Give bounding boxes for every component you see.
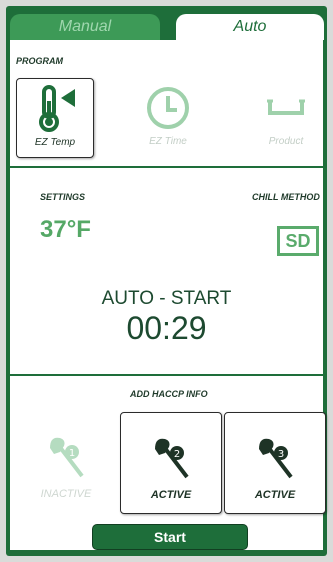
program-heading: PROGRAM <box>16 56 63 66</box>
divider <box>10 166 323 168</box>
temperature-unit: °F <box>66 216 91 243</box>
thermometer-icon <box>33 85 77 133</box>
divider <box>10 374 323 376</box>
tab-auto-label: Auto <box>233 18 267 35</box>
probe-1-number: 1 <box>69 448 75 459</box>
program-ez-temp[interactable]: EZ Temp <box>16 78 94 158</box>
chill-method-value: SD <box>285 230 311 251</box>
probe-1[interactable]: 1 INACTIVE <box>16 412 116 512</box>
program-product-label: Product <box>268 136 304 147</box>
temperature-value: 37 <box>40 216 67 243</box>
haccp-heading: ADD HACCP INFO <box>130 389 208 399</box>
probe-1-status: INACTIVE <box>40 488 92 500</box>
program-ez-time-label: EZ Time <box>149 136 187 147</box>
probe-3[interactable]: 3 ACTIVE <box>224 412 326 514</box>
tab-manual[interactable]: Manual <box>10 14 160 40</box>
mode-status: AUTO - START <box>101 288 232 309</box>
start-button-label: Start <box>154 529 186 545</box>
probe-icon: 1 <box>46 432 86 482</box>
tab-manual-label: Manual <box>58 18 112 35</box>
probe-3-number: 3 <box>278 449 284 460</box>
program-product[interactable]: Product <box>248 78 324 156</box>
probe-icon: 2 <box>151 433 191 483</box>
probe-icon: 3 <box>255 433 295 483</box>
chill-method-sd[interactable]: SD <box>277 226 319 256</box>
tab-auto[interactable]: Auto <box>176 14 324 40</box>
clock-icon <box>145 84 191 132</box>
program-ez-time[interactable]: EZ Time <box>130 78 206 156</box>
temperature-setting[interactable]: 37°F <box>40 216 91 244</box>
start-button[interactable]: Start <box>92 524 248 550</box>
probe-2-number: 2 <box>174 449 180 460</box>
probe-2[interactable]: 2 ACTIVE <box>120 412 222 514</box>
settings-heading: SETTINGS <box>40 192 86 202</box>
program-ez-temp-label: EZ Temp <box>34 137 76 148</box>
countdown-timer: 00:29 <box>126 310 207 346</box>
probe-3-status: ACTIVE <box>254 489 296 501</box>
probe-2-status: ACTIVE <box>150 489 192 501</box>
chill-method-heading: CHILL METHOD <box>252 192 320 202</box>
auto-panel: PROGRAM EZ Temp EZ Time Product SETTINGS… <box>10 40 326 550</box>
tray-icon <box>266 84 306 132</box>
